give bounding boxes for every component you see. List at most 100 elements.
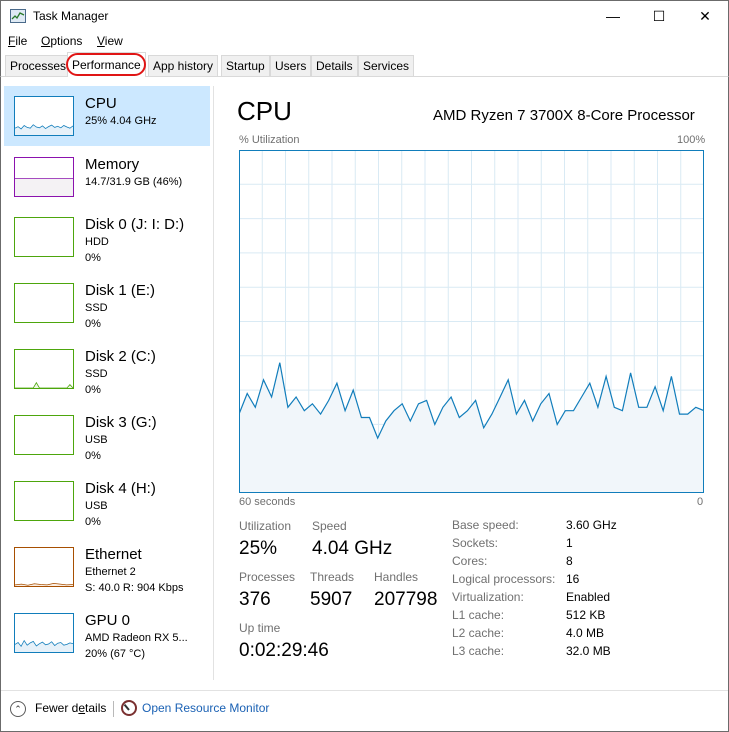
- sidebar-item-usage: 0%: [85, 450, 101, 462]
- threads-value: 5907: [310, 589, 353, 610]
- tab-performance[interactable]: Performance: [67, 52, 146, 77]
- time-zero-label: 0: [697, 496, 704, 508]
- sidebar-item-gpu-0[interactable]: GPU 0 AMD Radeon RX 5... 20% (67 °C): [4, 603, 210, 663]
- sidebar-item-adapter: Ethernet 2: [85, 566, 136, 578]
- maximize-button[interactable]: ☐: [636, 1, 682, 31]
- processes-label: Processes: [239, 570, 296, 584]
- tab-app-history[interactable]: App history: [148, 55, 219, 76]
- sidebar-item-name: GPU 0: [85, 612, 131, 629]
- performance-sidebar: CPU 25% 4.04 GHz Memory 14.7/31.9 GB (46…: [4, 86, 214, 680]
- cpu-utilization-graph: [239, 150, 704, 493]
- spec-value-l1-cache: 512 KB: [566, 608, 606, 622]
- spec-value-l2-cache: 4.0 MB: [566, 626, 605, 640]
- uptime-value: 0:02:29:46: [239, 640, 329, 661]
- spec-label-virtualization: Virtualization:: [452, 590, 524, 604]
- footer-bar: ⌃ Fewer details Open Resource Monitor: [1, 690, 728, 731]
- processes-value: 376: [239, 589, 271, 610]
- sidebar-item-usage: 0%: [85, 252, 101, 264]
- spec-label-logical-processors: Logical processors:: [452, 572, 556, 586]
- menu-options[interactable]: Options: [41, 34, 82, 48]
- cpu-model-name: AMD Ryzen 7 3700X 8-Core Processor: [433, 107, 695, 124]
- sidebar-item-name: Disk 2 (C:): [85, 348, 156, 365]
- sidebar-item-ethernet[interactable]: Ethernet Ethernet 2 S: 40.0 R: 904 Kbps: [4, 537, 210, 597]
- menu-view[interactable]: View: [97, 34, 123, 48]
- sidebar-item-usage: 0%: [85, 318, 101, 330]
- speed-label: Speed: [312, 519, 347, 533]
- sidebar-item-usage: 20% (67 °C): [85, 648, 146, 660]
- close-button[interactable]: ✕: [682, 1, 728, 31]
- sparkline-fill: [15, 640, 73, 652]
- sidebar-item-detail: 25% 4.04 GHz: [85, 115, 157, 127]
- spec-value-l3-cache: 32.0 MB: [566, 644, 611, 658]
- sidebar-item-disk-4[interactable]: Disk 4 (H:) USB 0%: [4, 471, 210, 531]
- sidebar-item-model: AMD Radeon RX 5...: [85, 632, 188, 644]
- sidebar-item-usage: 0%: [85, 516, 101, 528]
- menu-file[interactable]: File: [8, 34, 27, 48]
- cpu-sparkline: [14, 96, 74, 136]
- sidebar-item-name: Disk 0 (J: I: D:): [85, 216, 185, 233]
- spec-label-sockets: Sockets:: [452, 536, 499, 550]
- open-resource-monitor-link[interactable]: Open Resource Monitor: [142, 701, 269, 715]
- spec-value-base-speed: 3.60 GHz: [566, 518, 617, 532]
- handles-value: 207798: [374, 589, 438, 610]
- tab-bar: Processes Performance App history Startu…: [0, 51, 729, 77]
- fewer-details-link[interactable]: Fewer details: [35, 701, 106, 715]
- page-title: CPU: [237, 96, 292, 126]
- task-manager-icon: [10, 9, 26, 23]
- sidebar-item-name: Disk 1 (E:): [85, 282, 156, 299]
- sidebar-item-disk-1[interactable]: Disk 1 (E:) SSD 0%: [4, 273, 210, 333]
- tab-processes[interactable]: Processes: [5, 55, 72, 76]
- tab-services[interactable]: Services: [358, 55, 415, 76]
- handles-label: Handles: [374, 570, 419, 584]
- title-bar[interactable]: Task Manager — ☐ ✕: [0, 0, 729, 31]
- sidebar-item-type: USB: [85, 434, 108, 446]
- sidebar-item-memory[interactable]: Memory 14.7/31.9 GB (46%): [4, 147, 210, 207]
- disk-3-sparkline: [14, 415, 74, 455]
- chevron-up-icon[interactable]: ⌃: [10, 701, 26, 717]
- menu-bar: File Options View: [0, 31, 729, 51]
- gpu-sparkline: [14, 613, 74, 653]
- tab-details[interactable]: Details: [311, 55, 358, 76]
- window-title: Task Manager: [33, 9, 109, 23]
- sidebar-item-usage: 0%: [85, 384, 101, 396]
- max-percent-label: 100%: [677, 134, 706, 146]
- sidebar-item-type: USB: [85, 500, 108, 512]
- utilization-axis-label: % Utilization: [239, 134, 300, 146]
- sidebar-item-disk-0[interactable]: Disk 0 (J: I: D:) HDD 0%: [4, 207, 210, 267]
- sidebar-item-disk-3[interactable]: Disk 3 (G:) USB 0%: [4, 405, 210, 465]
- footer-divider: [113, 701, 114, 717]
- spec-label-l3-cache: L3 cache:: [452, 644, 505, 658]
- minimize-button[interactable]: —: [590, 1, 636, 31]
- sidebar-item-name: Disk 3 (G:): [85, 414, 157, 431]
- spec-value-logical-processors: 16: [566, 572, 580, 586]
- sidebar-item-name: Memory: [85, 156, 140, 173]
- sidebar-item-name: CPU: [85, 95, 117, 112]
- speed-value: 4.04 GHz: [312, 538, 393, 559]
- spec-value-sockets: 1: [566, 536, 573, 550]
- sidebar-item-disk-2[interactable]: Disk 2 (C:) SSD 0%: [4, 339, 210, 399]
- utilization-value: 25%: [239, 538, 278, 559]
- sidebar-item-type: SSD: [85, 302, 108, 314]
- sidebar-item-name: Ethernet: [85, 546, 142, 563]
- uptime-label: Up time: [239, 621, 281, 635]
- spec-label-base-speed: Base speed:: [452, 518, 519, 532]
- tab-startup[interactable]: Startup: [221, 55, 270, 76]
- spec-value-virtualization: Enabled: [566, 590, 611, 604]
- tab-users[interactable]: Users: [270, 55, 312, 76]
- utilization-label: Utilization: [239, 519, 292, 533]
- ethernet-sparkline: [14, 547, 74, 587]
- sidebar-item-cpu[interactable]: CPU 25% 4.04 GHz: [4, 86, 210, 146]
- sparkline-fill: [15, 382, 73, 388]
- sidebar-item-throughput: S: 40.0 R: 904 Kbps: [85, 582, 184, 594]
- threads-label: Threads: [310, 570, 355, 584]
- sidebar-item-detail: 14.7/31.9 GB (46%): [85, 176, 183, 188]
- disk-0-sparkline: [14, 217, 74, 257]
- sidebar-item-type: HDD: [85, 236, 109, 248]
- spec-label-l1-cache: L1 cache:: [452, 608, 505, 622]
- disk-4-sparkline: [14, 481, 74, 521]
- resource-monitor-icon[interactable]: [121, 700, 137, 716]
- disk-2-sparkline: [14, 349, 74, 389]
- spec-label-cores: Cores:: [452, 554, 488, 568]
- time-span-label: 60 seconds: [239, 496, 296, 508]
- sidebar-item-name: Disk 4 (H:): [85, 480, 156, 497]
